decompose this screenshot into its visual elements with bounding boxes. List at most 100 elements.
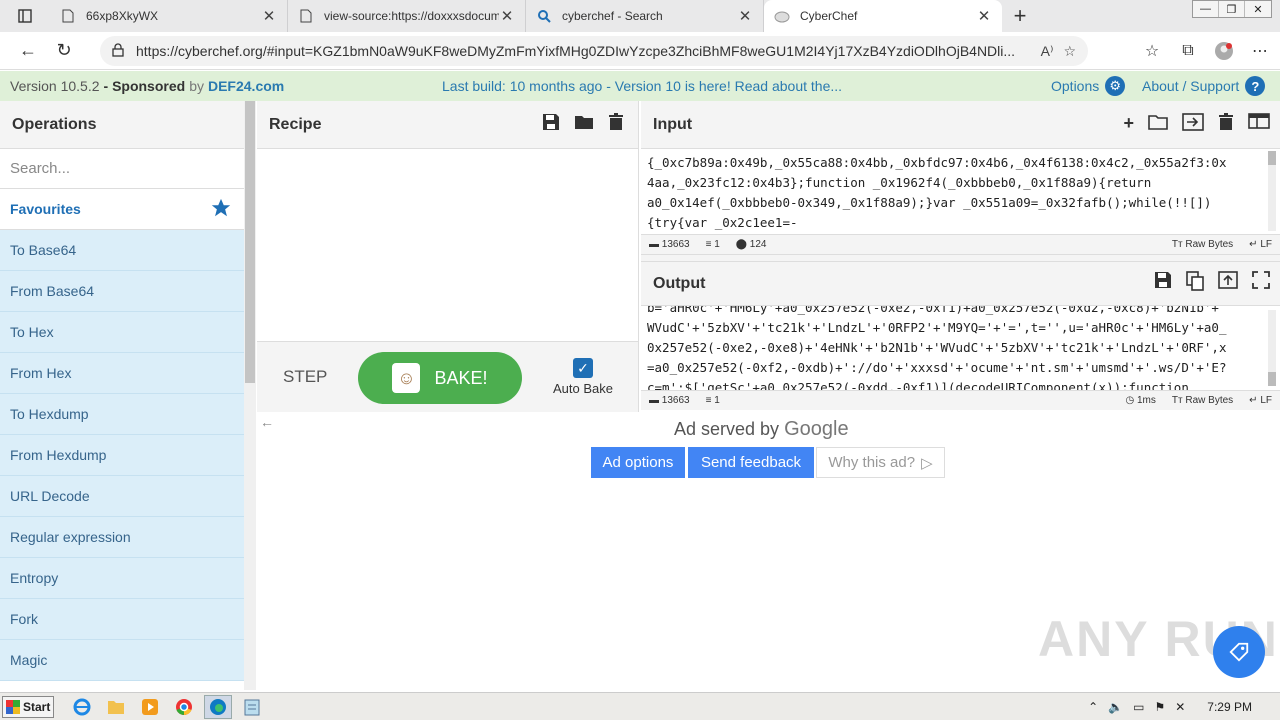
checkbox-checked-icon[interactable]: ✓ [573, 358, 593, 378]
ie-icon[interactable] [68, 695, 96, 719]
operation-item[interactable]: URL Decode [0, 476, 244, 517]
options-label: Options [1051, 78, 1100, 94]
url-text[interactable]: https://cyberchef.org/#input=KGZ1bmN0aW9… [136, 43, 1041, 59]
operation-item[interactable]: From Base64 [0, 271, 244, 312]
volume-icon[interactable]: 🔈 [1108, 700, 1123, 714]
notepad-icon[interactable] [238, 695, 266, 719]
close-window-icon[interactable]: ✕ [1245, 1, 1271, 17]
favorites-icon[interactable]: ☆ [1140, 39, 1164, 63]
input-scrollbar[interactable] [1268, 151, 1276, 231]
tag-action-button[interactable] [1213, 626, 1265, 678]
maximize-icon[interactable] [1252, 271, 1270, 296]
about-label: About / Support [1142, 78, 1240, 94]
operation-item[interactable]: From Hexdump [0, 435, 244, 476]
browser-tab[interactable]: cyberchef - Search ✕ [526, 0, 764, 32]
refresh-button[interactable]: ↻ [46, 35, 82, 67]
folder-icon[interactable] [574, 113, 594, 136]
collapse-arrow-icon[interactable]: ← [260, 414, 274, 430]
output-textarea[interactable]: b='aHR0c'+'HM6Ly'+a0_0x257e52(-0xe2,-0xf… [641, 306, 1280, 390]
output-line: WVudC'+'5zbXV'+'tc21k'+'LndzL'+'0RFP2'+'… [647, 320, 1227, 335]
sponsor-link[interactable]: DEF24.com [208, 78, 284, 94]
send-feedback-button[interactable]: Send feedback [688, 447, 814, 478]
ad-options-button[interactable]: Ad options [591, 447, 685, 478]
close-tab-icon[interactable]: ✕ [737, 7, 753, 25]
help-icon: ? [1245, 76, 1266, 96]
close-tab-icon[interactable]: ✕ [261, 7, 277, 25]
flag-icon[interactable]: ⚑ [1154, 700, 1165, 714]
options-button[interactable]: Options ⚙ [1051, 76, 1126, 96]
read-aloud-icon[interactable]: A⁾ [1041, 43, 1054, 60]
layout-icon[interactable] [1248, 113, 1270, 136]
operation-item[interactable]: To Base64 [0, 230, 244, 271]
operation-item[interactable]: From Hex [0, 353, 244, 394]
collections-icon[interactable]: ⧉ [1176, 39, 1200, 63]
output-line: c=m':$['getSc'+a0_0x257e52(-0xdd,-0xf1)]… [647, 380, 1189, 390]
media-player-icon[interactable] [136, 695, 164, 719]
favourites-category[interactable]: Favourites [0, 189, 244, 230]
operations-search-input[interactable]: Search... [0, 149, 244, 189]
replace-input-icon[interactable] [1218, 271, 1238, 296]
trash-icon[interactable] [608, 113, 624, 136]
restore-icon[interactable]: ❐ [1219, 1, 1245, 17]
system-tray: ⌃ 🔈 ▭ ⚑ ✕ 7:29 PM [1088, 693, 1280, 721]
action-center-icon[interactable]: ✕ [1175, 700, 1185, 714]
browser-tab-active[interactable]: CyberChef ✕ [764, 0, 1002, 32]
operations-scrollbar[interactable] [244, 101, 256, 690]
close-tab-icon[interactable]: ✕ [976, 7, 992, 25]
tray-expand-icon[interactable]: ⌃ [1088, 700, 1098, 714]
step-button[interactable]: STEP [283, 367, 327, 387]
operation-item[interactable]: To Hexdump [0, 394, 244, 435]
close-tab-icon[interactable]: ✕ [499, 7, 515, 25]
more-menu-icon[interactable]: ⋯ [1248, 39, 1272, 63]
bake-button[interactable]: ☺ BAKE! [358, 352, 522, 404]
operation-item[interactable]: Fork [0, 599, 244, 640]
auto-bake-toggle[interactable]: ✓ Auto Bake [552, 358, 614, 396]
browser-tab[interactable]: view-source:https://doxxxsdocum ✕ [288, 0, 526, 32]
browser-tab[interactable]: 66xp8XkyWX ✕ [50, 0, 288, 32]
new-tab-button[interactable]: + [1002, 0, 1038, 32]
lock-icon[interactable] [112, 42, 124, 60]
file-explorer-icon[interactable] [102, 695, 130, 719]
copy-icon[interactable] [1186, 271, 1204, 296]
profile-avatar[interactable] [1212, 39, 1236, 63]
add-tab-icon[interactable]: + [1123, 113, 1134, 136]
add-favorite-icon[interactable]: ☆ [1063, 43, 1076, 60]
network-icon[interactable]: ▭ [1133, 700, 1144, 714]
encoding-selector[interactable]: Tт Raw Bytes [1172, 395, 1233, 406]
tab-actions-menu-icon[interactable] [0, 0, 50, 32]
build-notice-link[interactable]: Last build: 10 months ago - Version 10 i… [442, 78, 842, 94]
input-textarea[interactable]: {_0xc7b89a:0x49b,_0x55ca88:0x4bb,_0xbfdc… [641, 149, 1280, 234]
open-file-icon[interactable] [1182, 113, 1204, 136]
trash-icon[interactable] [1218, 113, 1234, 136]
encoding-selector[interactable]: Tт Raw Bytes [1172, 239, 1233, 250]
minimize-icon[interactable]: — [1193, 1, 1219, 17]
why-this-ad-button[interactable]: Why this ad? ▷ [816, 447, 945, 478]
operation-item[interactable]: Entropy [0, 558, 244, 599]
output-line: =a0_0x257e52(-0xf2,-0xdb)+'://do'+'xxxsd… [647, 360, 1227, 375]
save-icon[interactable] [542, 113, 560, 136]
tab-title: cyberchef - Search [562, 9, 663, 23]
address-bar[interactable]: https://cyberchef.org/#input=KGZ1bmN0aW9… [100, 36, 1088, 66]
windows-logo-icon [6, 699, 20, 714]
open-folder-icon[interactable] [1148, 113, 1168, 136]
operations-title: Operations [0, 101, 244, 149]
operation-item[interactable]: Magic [0, 640, 244, 681]
tab-title: view-source:https://doxxxsdocum [324, 9, 499, 23]
output-scrollbar[interactable] [1268, 310, 1276, 386]
cyberchef-favicon-icon [774, 8, 790, 24]
output-line: b='aHR0c'+'HM6Ly'+a0_0x257e52(-0xe2,-0xf… [647, 306, 1219, 315]
chrome-icon[interactable] [170, 695, 198, 719]
eol-selector[interactable]: ↵ LF [1249, 395, 1272, 406]
recipe-drop-area[interactable] [257, 149, 638, 342]
recipe-title: Recipe [269, 115, 322, 133]
operation-item[interactable]: To Hex [0, 312, 244, 353]
eol-selector[interactable]: ↵ LF [1249, 239, 1272, 250]
io-resize-handle[interactable] [641, 254, 1280, 262]
operation-item[interactable]: Regular expression [0, 517, 244, 558]
save-output-icon[interactable] [1154, 271, 1172, 296]
start-button[interactable]: Start [2, 695, 54, 718]
edge-icon[interactable] [204, 694, 232, 719]
about-support-button[interactable]: About / Support ? [1142, 76, 1266, 96]
back-button[interactable]: ← [10, 35, 46, 67]
auto-bake-label: Auto Bake [553, 381, 613, 396]
